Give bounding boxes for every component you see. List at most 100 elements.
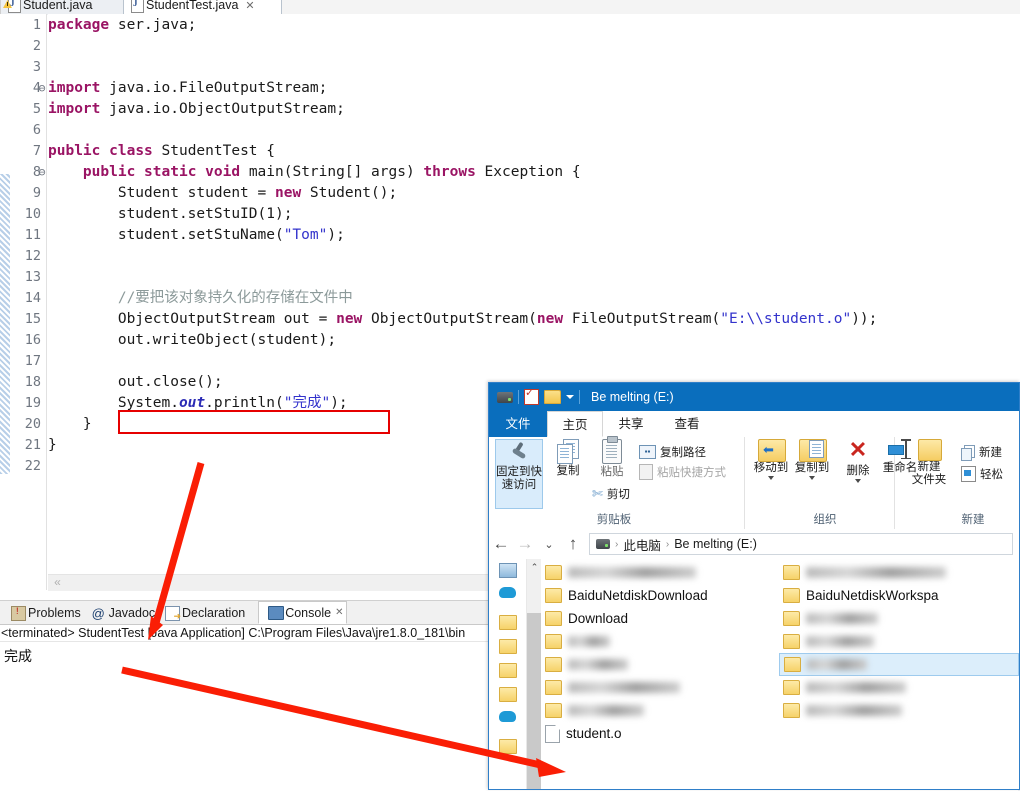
button-label-line2: 文件夹	[911, 474, 947, 486]
folder-icon[interactable]	[499, 615, 517, 630]
close-icon[interactable]: ✕	[245, 0, 254, 12]
javadoc-at-icon: @	[91, 606, 105, 621]
button-label: 剪切	[606, 488, 630, 501]
scrollbar-thumb[interactable]	[527, 613, 542, 789]
ribbon-tab-home[interactable]: 主页	[547, 411, 603, 437]
new-folder-icon[interactable]	[544, 390, 561, 404]
list-item[interactable]	[541, 630, 771, 653]
onedrive-icon[interactable]	[499, 587, 516, 598]
fold-toggle-icon[interactable]: ⊖	[37, 78, 47, 99]
folder-icon[interactable]	[499, 739, 517, 754]
new-folder-button[interactable]: 新建 文件夹	[905, 439, 953, 509]
list-item[interactable]	[541, 653, 771, 676]
folder-icon	[545, 657, 562, 672]
folder-icon[interactable]	[499, 687, 517, 702]
properties-icon[interactable]	[524, 386, 539, 405]
easy-access-button[interactable]: 轻松	[961, 465, 1003, 482]
change-bar-gutter	[0, 14, 10, 590]
line-number: 16	[24, 332, 41, 348]
line-number: 11	[24, 227, 41, 243]
pin-icon	[508, 440, 530, 464]
line-number: 18	[24, 374, 41, 390]
file-name: Download	[568, 611, 629, 626]
list-item[interactable]	[779, 607, 1019, 630]
folder-icon	[545, 565, 562, 580]
list-item[interactable]	[779, 630, 1019, 653]
list-item[interactable]	[779, 676, 1019, 699]
line-number: 10	[24, 206, 41, 222]
list-item[interactable]: BaiduNetdiskDownload	[541, 584, 771, 607]
console-icon	[268, 606, 285, 620]
button-label: 删除	[846, 465, 870, 477]
breadcrumb-address-bar[interactable]: › 此电脑 › Be melting (E:)	[589, 533, 1013, 555]
line-number: 14	[24, 290, 41, 306]
java-file-icon	[131, 0, 144, 13]
navigation-pane[interactable]	[489, 559, 526, 789]
scroll-left-icon[interactable]: «	[51, 576, 64, 589]
cut-button[interactable]: ✄ 剪切	[592, 485, 630, 502]
ribbon-tab-file[interactable]: 文件	[489, 411, 547, 437]
code-line: public class StudentTest {	[48, 143, 275, 159]
list-item[interactable]: student.o	[541, 722, 771, 745]
folder-icon	[545, 611, 562, 626]
list-item[interactable]: BaiduNetdiskWorkspa	[779, 584, 1019, 607]
ribbon-tab-share[interactable]: 共享	[603, 411, 659, 437]
scroll-up-icon[interactable]: ⌃	[527, 559, 542, 575]
forward-button[interactable]: →	[513, 534, 537, 554]
editor-tab-studenttest-java[interactable]: StudentTest.java ✕	[123, 0, 282, 15]
fold-toggle-icon[interactable]: ⊖	[37, 162, 47, 183]
list-item[interactable]	[541, 676, 771, 699]
list-item[interactable]	[779, 561, 1019, 584]
list-item[interactable]	[779, 653, 1019, 676]
navigation-pane-scrollbar[interactable]: ⌃	[526, 559, 542, 789]
chevron-down-icon[interactable]	[855, 479, 861, 483]
new-item-button[interactable]: 新建	[961, 443, 1002, 461]
redacted-file-name	[568, 682, 680, 693]
onedrive-icon[interactable]	[499, 711, 516, 722]
file-list-view[interactable]: BaiduNetdiskDownload Download student.o Bai…	[541, 559, 1019, 789]
pc-icon[interactable]	[499, 563, 517, 578]
close-icon[interactable]: ✕	[335, 607, 343, 618]
drive-icon[interactable]	[497, 391, 513, 403]
ribbon-tab-view[interactable]: 查看	[659, 411, 715, 437]
list-item[interactable]	[541, 699, 771, 722]
bottom-tab-problems[interactable]: ! Problems	[2, 601, 82, 624]
copy-to-button[interactable]: 复制到	[792, 439, 832, 509]
editor-tab-student-java[interactable]: Student.java	[0, 0, 141, 15]
back-button[interactable]: ←	[489, 534, 513, 554]
bottom-tab-label: Problems	[28, 605, 81, 620]
breadcrumb-this-pc[interactable]: 此电脑	[623, 535, 661, 554]
folder-icon[interactable]	[499, 639, 517, 654]
customize-caret-icon[interactable]	[566, 395, 574, 399]
pin-to-quick-access-button[interactable]: 固定到快 速访问	[495, 439, 543, 509]
copy-path-button[interactable]: ▪▪ 复制路径	[639, 443, 706, 460]
folder-icon	[783, 680, 800, 695]
bottom-tab-javadoc[interactable]: @ Javadoc	[83, 601, 156, 624]
button-label-line2: 速访问	[501, 479, 537, 491]
line-number: 7	[32, 143, 41, 159]
list-item[interactable]	[779, 699, 1019, 722]
redacted-file-name	[806, 613, 878, 624]
file-name: BaiduNetdiskDownload	[568, 588, 708, 603]
delete-button[interactable]: ✕ 删除	[839, 439, 877, 509]
folder-icon	[783, 634, 800, 649]
folder-icon[interactable]	[499, 663, 517, 678]
recent-locations-button[interactable]: ⌄	[537, 538, 561, 551]
line-number: 6	[32, 122, 41, 138]
ribbon: 固定到快 速访问 复制 粘贴 ▪▪ 复制路径 粘贴快捷方式 ✄ 剪切 剪贴板 ⬅…	[489, 436, 1019, 530]
list-item[interactable]	[541, 561, 771, 584]
up-button[interactable]: ↑	[561, 534, 585, 554]
copy-button[interactable]: 复制	[547, 439, 589, 509]
line-number: 9	[32, 185, 41, 201]
bottom-tab-declaration[interactable]: ➜ Declaration	[156, 601, 257, 624]
editor-tab-label: StudentTest.java	[146, 0, 239, 12]
bottom-tab-console[interactable]: Console ✕	[258, 601, 347, 624]
folder-icon	[783, 611, 800, 626]
chevron-down-icon[interactable]	[768, 476, 774, 480]
drive-icon	[596, 539, 610, 549]
move-to-button[interactable]: ⬅ 移动到	[751, 439, 791, 509]
breadcrumb-drive[interactable]: Be melting (E:)	[674, 537, 757, 551]
chevron-down-icon[interactable]	[809, 476, 815, 480]
list-item[interactable]: Download	[541, 607, 771, 630]
new-folder-big-icon	[918, 439, 942, 461]
